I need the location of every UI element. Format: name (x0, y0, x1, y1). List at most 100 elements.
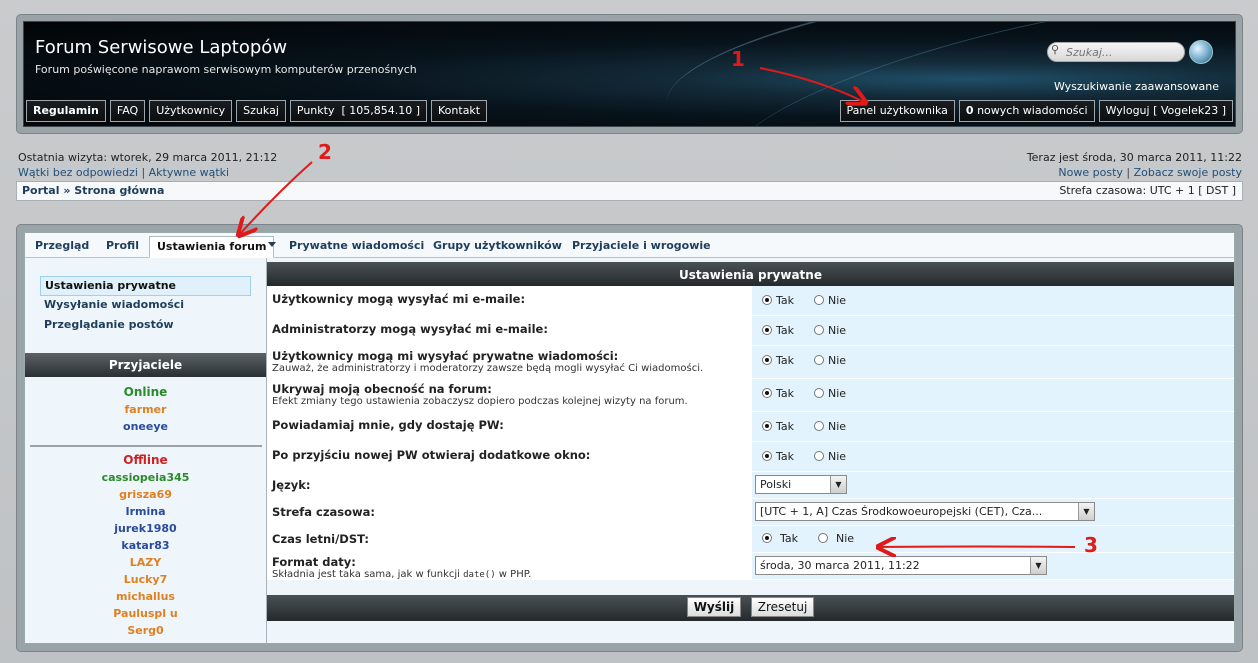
setting-label: Użytkownicy mogą wysyłać mi e-maile: (272, 292, 526, 306)
radio-no[interactable] (814, 355, 825, 365)
radio-no[interactable] (814, 451, 825, 461)
friends-title: Przyjaciele (25, 353, 266, 377)
radio-yes-label: Tak (776, 354, 795, 367)
own-posts-link[interactable]: Zobacz swoje posty (1134, 166, 1242, 179)
radio-no-label: Nie (828, 324, 847, 337)
language-value: Polski (760, 478, 792, 491)
last-visit: Ostatnia wizyta: wtorek, 29 marca 2011, … (18, 151, 278, 164)
radio-no-label: Nie (828, 294, 847, 307)
sidebar-item-privacy[interactable]: Ustawienia prywatne (40, 276, 251, 296)
sidebar-item-posting[interactable]: Wysyłanie wiadomości (40, 296, 251, 316)
visit-info: Ostatnia wizyta: wtorek, 29 marca 2011, … (18, 150, 277, 180)
setting-note: Zauważ, że administratorzy i moderatorzy… (272, 363, 704, 374)
radio-yes[interactable] (762, 355, 772, 365)
radio-yes-label: Tak (776, 450, 795, 463)
radio-no-label: Nie (828, 450, 847, 463)
dst-radio-no[interactable] (818, 533, 829, 543)
chevron-down-icon: ▼ (1030, 557, 1046, 574)
submit-button[interactable]: Wyślij (686, 597, 742, 617)
friend-link[interactable]: katar83 (25, 537, 266, 554)
ucp-panel: Przegląd Profil Ustawienia forum Prywatn… (24, 232, 1235, 644)
dst-label: Czas letni/DST: (272, 532, 369, 546)
new-messages-button[interactable]: 0 nowych wiadomości (958, 100, 1095, 122)
nav-users[interactable]: Użytkownicy (149, 100, 233, 122)
reset-button[interactable]: Zresetuj (750, 597, 815, 617)
tab-private-messages[interactable]: Prywatne wiadomości (282, 236, 431, 258)
friend-link[interactable]: cassiopeia345 (25, 469, 266, 486)
chevron-down-icon: ▼ (830, 476, 846, 493)
sidebar-item-viewing[interactable]: Przeglądanie postów (40, 316, 251, 336)
radio-yes[interactable] (762, 388, 772, 398)
setting-row: Powiadamiaj mnie, gdy dostaję PW: Tak Nie (267, 412, 1234, 442)
divider (29, 445, 262, 447)
radio-no[interactable] (814, 295, 825, 305)
search-input[interactable] (1047, 42, 1185, 62)
tab-profile[interactable]: Profil (99, 236, 146, 258)
friend-link[interactable]: farmer (25, 401, 266, 418)
date-note-text: Składnia jest taka sama, jak w funkcji (272, 569, 464, 580)
dst-radio-yes[interactable] (762, 533, 772, 543)
friend-link[interactable]: michallus (25, 588, 266, 605)
tab-friends-foes[interactable]: Przyjaciele i wrogowie (565, 236, 718, 258)
tab-usergroups[interactable]: Grupy użytkowników (426, 236, 569, 258)
time-info: Teraz jest środa, 30 marca 2011, 11:22 N… (1027, 150, 1242, 180)
friend-link[interactable]: Pauluspl u (25, 605, 266, 622)
online-label: Online (123, 385, 168, 399)
radio-yes[interactable] (762, 295, 772, 305)
radio-yes-label: Tak (776, 387, 795, 400)
timezone-label: Strefa czasowa: (272, 505, 376, 519)
nav-rules[interactable]: Regulamin (26, 100, 106, 122)
radio-yes[interactable] (762, 421, 772, 431)
search-button-icon[interactable] (1189, 40, 1213, 64)
language-select[interactable]: Polski ▼ (755, 475, 847, 494)
radio-yes-label: Tak (776, 324, 795, 337)
nav-search[interactable]: Szukaj (236, 100, 286, 122)
friend-link[interactable]: LAZY (25, 554, 266, 571)
radio-yes[interactable] (762, 451, 772, 461)
radio-yes-label: Tak (780, 532, 799, 545)
setting-row: Po przyjściu nowej PW otwieraj dodatkowe… (267, 442, 1234, 472)
setting-row: Użytkownicy mogą mi wysyłać prywatne wia… (267, 346, 1234, 379)
friend-link[interactable]: oneeye (25, 418, 266, 435)
setting-row: Format daty: Składnia jest taka sama, jak… (267, 553, 1234, 580)
tab-overview[interactable]: Przegląd (28, 236, 96, 258)
radio-no[interactable] (814, 325, 825, 335)
nav-contact[interactable]: Kontakt (431, 100, 488, 122)
setting-label: Administratorzy mogą wysyłać mi e-maile: (272, 322, 548, 336)
setting-row: Użytkownicy mogą wysyłać mi e-maile: Tak… (267, 286, 1234, 316)
new-posts-link[interactable]: Nowe posty (1058, 166, 1123, 179)
advanced-search-link[interactable]: Wyszukiwanie zaawansowane (1054, 80, 1219, 93)
friend-link[interactable]: grisza69 (25, 486, 266, 503)
friend-link[interactable]: Irmina (25, 503, 266, 520)
user-panel-button[interactable]: Panel użytkownika (839, 100, 955, 122)
radio-yes[interactable] (762, 325, 772, 335)
friend-link[interactable]: jurek1980 (25, 520, 266, 537)
date-format-label: Format daty: (272, 555, 356, 569)
radio-no-label: Nie (836, 532, 855, 545)
friend-link[interactable]: Lucky7 (25, 571, 266, 588)
breadcrumb: Portal » Strona główna Strefa czasowa: U… (16, 181, 1243, 201)
active-topics-link[interactable]: Aktywne wątki (149, 166, 229, 179)
timezone-info: Strefa czasowa: UTC + 1 [ DST ] (1059, 184, 1236, 197)
tab-forum-settings[interactable]: Ustawienia forum (149, 236, 275, 258)
radio-no[interactable] (814, 388, 825, 398)
main-frame: Przegląd Profil Ustawienia forum Prywatn… (16, 224, 1243, 652)
radio-no-label: Nie (828, 387, 847, 400)
setting-note: Efekt zmiany tego ustawienia zobaczysz d… (272, 396, 688, 407)
friend-link[interactable]: Serg0 (25, 622, 266, 639)
breadcrumb-path[interactable]: Portal » Strona główna (22, 184, 164, 197)
nav-points[interactable]: Punkty [ 105,854.10 ] (289, 100, 428, 122)
radio-no[interactable] (814, 421, 825, 431)
chevron-down-icon: ▼ (1078, 503, 1094, 520)
tab-dropdown-icon[interactable] (268, 242, 276, 247)
nav-faq[interactable]: FAQ (109, 100, 146, 122)
timezone-select[interactable]: [UTC + 1, A] Czas Środkowoeuropejski (CE… (755, 502, 1095, 521)
site-title[interactable]: Forum Serwisowe Laptopów (35, 37, 287, 58)
setting-label: Użytkownicy mogą mi wysyłać prywatne wia… (272, 349, 619, 363)
unanswered-topics-link[interactable]: Wątki bez odpowiedzi (18, 166, 138, 179)
language-label: Język: (272, 478, 311, 492)
date-format-select[interactable]: środa, 30 marca 2011, 11:22 ▼ (755, 556, 1047, 575)
logout-button[interactable]: Wyloguj [ Vogelek23 ] (1098, 100, 1233, 122)
settings-form: Ustawienia prywatne Użytkownicy mogą wys… (267, 258, 1234, 643)
current-time: Teraz jest środa, 30 marca 2011, 11:22 (1026, 151, 1242, 164)
